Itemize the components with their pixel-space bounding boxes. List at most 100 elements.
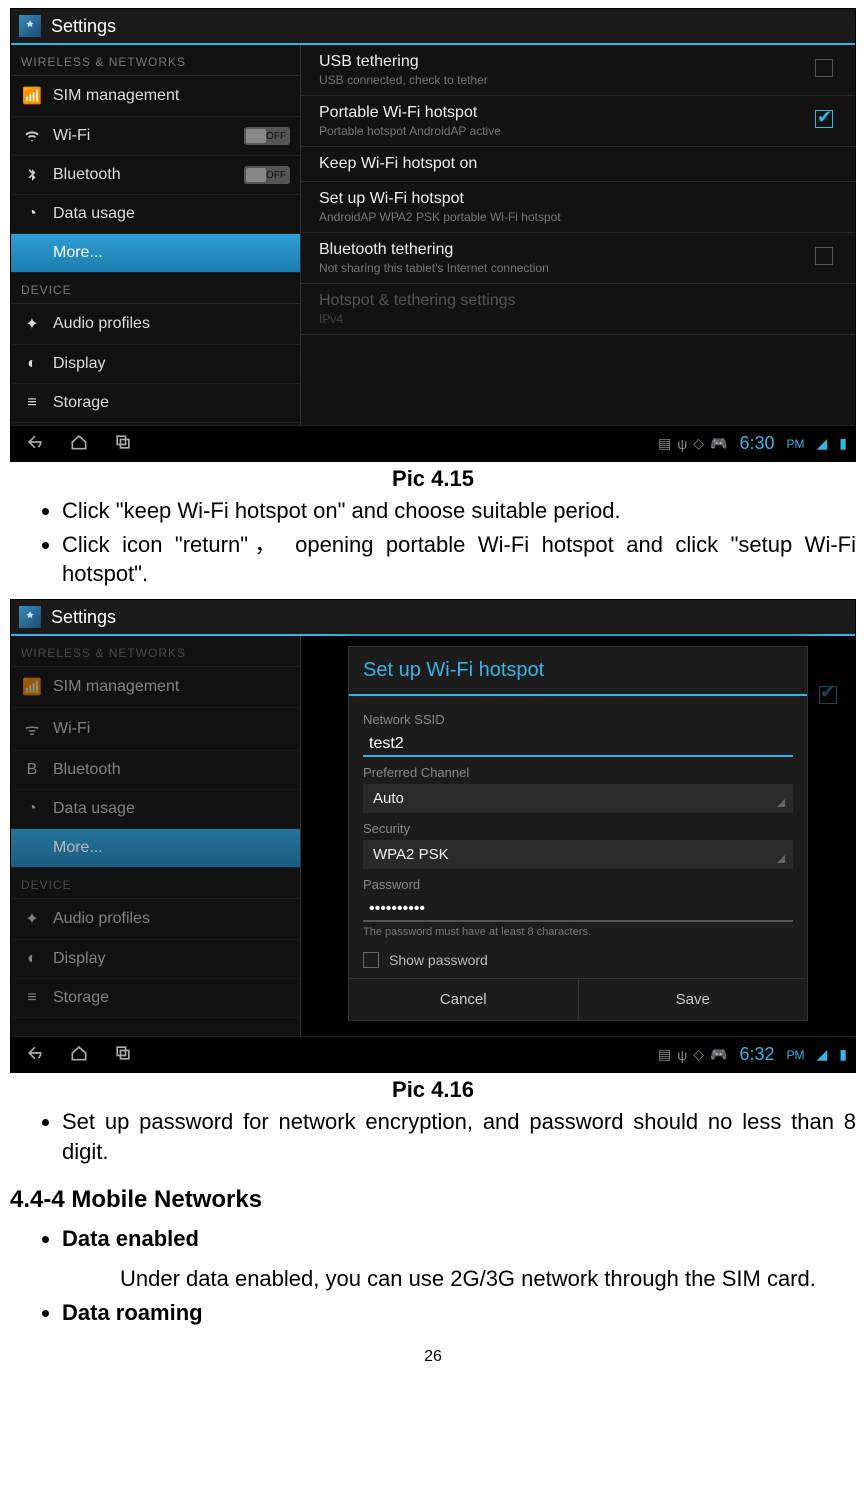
subitem-data-enabled: Data enabled [62, 1226, 199, 1251]
setup-hotspot-dialog: Set up Wi-Fi hotspot Network SSID test2 … [348, 646, 808, 1021]
section-heading: 4.4-4 Mobile Networks [10, 1186, 856, 1214]
sidebar-item-label: SIM management [53, 87, 179, 105]
sidebar-item-label: Wi-Fi [53, 127, 90, 145]
row-usb-tethering[interactable]: USB tethering USB connected, check to te… [301, 45, 855, 96]
system-navbar: ▤ ψ ◇ 🎮 6:30 PM ◢ ▮ [11, 425, 855, 461]
sidebar-item-wifi[interactable]: Wi-Fi OFF [11, 117, 300, 156]
clock: 6:32 [739, 1044, 774, 1065]
sidebar-item-display: ◐Display [11, 940, 300, 979]
sidebar-item-label: Bluetooth [53, 166, 121, 184]
row-title: Portable Wi-Fi hotspot [319, 104, 837, 122]
row-tether-settings-disabled: Hotspot & tethering settings IPv4 [301, 284, 855, 335]
dialog-overlay: Set up Wi-Fi hotspot Network SSID test2 … [301, 636, 855, 1036]
status-icons: ▤ ψ ◇ 🎮 [658, 1046, 727, 1063]
clock-ampm: PM [787, 1048, 805, 1062]
battery-icon: ▮ [839, 1046, 847, 1063]
screenshot-pic-4-15: Settings WIRELESS & NETWORKS 📶 SIM manag… [10, 8, 856, 462]
home-button[interactable] [69, 432, 89, 455]
subsection-list: Data enabled [10, 1224, 856, 1254]
dialog-title: Set up Wi-Fi hotspot [349, 647, 807, 696]
usb-icon: ψ [677, 436, 687, 452]
window-title: Settings [51, 16, 116, 37]
row-portable-hotspot[interactable]: Portable Wi-Fi hotspot Portable hotspot … [301, 96, 855, 147]
sidebar-item-more[interactable]: More... [11, 234, 300, 273]
wifi-status-icon: ◇ [693, 435, 704, 452]
home-button[interactable] [69, 1043, 89, 1066]
row-title: Bluetooth tethering [319, 241, 837, 259]
row-title: USB tethering [319, 53, 837, 71]
show-password-label: Show password [389, 952, 488, 968]
password-hint: The password must have at least 8 charac… [363, 926, 793, 938]
ssid-label: Network SSID [363, 712, 793, 727]
sidebar-item-label: Storage [53, 394, 109, 412]
row-subtitle: Portable hotspot AndroidAP active [319, 124, 837, 138]
wifi-status-icon: ◇ [693, 1046, 704, 1063]
sidebar-item-label: Audio profiles [53, 315, 150, 333]
security-select[interactable]: WPA2 PSK [363, 840, 793, 869]
settings-icon [19, 15, 41, 37]
subitem-data-roaming: Data roaming [62, 1300, 203, 1325]
figure-caption-1: Pic 4.15 [10, 466, 856, 492]
sd-icon: ▤ [658, 435, 671, 452]
back-button[interactable] [25, 432, 45, 455]
usb-icon: ψ [677, 1047, 687, 1063]
sidebar-item-audio[interactable]: ✦ Audio profiles [11, 304, 300, 345]
sidebar-section-wireless: WIRELESS & NETWORKS [11, 45, 300, 76]
save-button[interactable]: Save [579, 979, 808, 1020]
password-input[interactable]: •••••••••• [363, 896, 793, 922]
back-button[interactable] [25, 1043, 45, 1066]
storage-icon: ≡ [21, 989, 43, 1007]
sidebar-item-audio: ✦Audio profiles [11, 899, 300, 940]
data-usage-icon: ◔ [21, 205, 43, 223]
security-label: Security [363, 821, 793, 836]
recents-button[interactable] [113, 1043, 133, 1066]
sidebar-section-wireless: WIRELESS & NETWORKS [11, 636, 300, 667]
sidebar-item-bluetooth[interactable]: Bluetooth OFF [11, 156, 300, 195]
audio-icon: ✦ [21, 314, 43, 334]
controller-icon: 🎮 [710, 435, 727, 452]
window-title: Settings [51, 607, 116, 628]
password-label: Password [363, 877, 793, 892]
sidebar-item-data-usage[interactable]: ◔ Data usage [11, 195, 300, 234]
channel-select[interactable]: Auto [363, 784, 793, 813]
instruction-item: Click "keep Wi-Fi hotspot on" and choose… [62, 496, 856, 526]
clock-ampm: PM [787, 437, 805, 451]
sidebar-item-label: Display [53, 355, 105, 373]
sidebar-item-bluetooth: BBluetooth [11, 751, 300, 790]
subitem-text: Under data enabled, you can use 2G/3G ne… [120, 1264, 856, 1294]
show-password-row[interactable]: Show password [363, 946, 793, 978]
bluetooth-toggle[interactable]: OFF [244, 166, 290, 184]
row-title: Hotspot & tethering settings [319, 292, 837, 310]
sidebar-section-device: DEVICE [11, 273, 300, 304]
wifi-toggle[interactable]: OFF [244, 127, 290, 145]
page-number: 26 [10, 1348, 856, 1366]
instruction-item: Click icon "return"， opening portable Wi… [62, 530, 856, 589]
tethering-settings-panel: USB tethering USB connected, check to te… [301, 45, 855, 425]
instruction-item: Set up password for network encryption, … [62, 1107, 856, 1166]
signal-icon: ◢ [817, 1046, 828, 1063]
portable-hotspot-checkbox[interactable] [815, 110, 833, 128]
row-keep-hotspot-on[interactable]: Keep Wi-Fi hotspot on [301, 147, 855, 182]
recents-button[interactable] [113, 432, 133, 455]
row-subtitle: AndroidAP WPA2 PSK portable Wi-Fi hotspo… [319, 210, 837, 224]
ssid-input[interactable]: test2 [363, 731, 793, 757]
clock: 6:30 [739, 433, 774, 454]
bluetooth-icon [21, 168, 43, 182]
bluetooth-icon: B [21, 761, 43, 779]
wifi-icon: ᯤ [21, 718, 43, 740]
sidebar-item-storage[interactable]: ≡ Storage [11, 384, 300, 423]
bt-tether-checkbox[interactable] [815, 247, 833, 265]
audio-icon: ✦ [21, 909, 43, 929]
cancel-button[interactable]: Cancel [349, 979, 579, 1020]
battery-icon: ▮ [839, 435, 847, 452]
row-bluetooth-tethering[interactable]: Bluetooth tethering Not sharing this tab… [301, 233, 855, 284]
row-setup-hotspot[interactable]: Set up Wi-Fi hotspot AndroidAP WPA2 PSK … [301, 182, 855, 233]
usb-tether-checkbox[interactable] [815, 59, 833, 77]
row-title: Set up Wi-Fi hotspot [319, 190, 837, 208]
signal-icon: ◢ [817, 435, 828, 452]
sidebar-item-sim[interactable]: 📶 SIM management [11, 76, 300, 117]
show-password-checkbox[interactable] [363, 952, 379, 968]
settings-sidebar: WIRELESS & NETWORKS 📶SIM management ᯤWi-… [11, 636, 301, 1036]
sidebar-item-label: Data usage [53, 205, 135, 223]
sidebar-item-display[interactable]: ◐ Display [11, 345, 300, 384]
